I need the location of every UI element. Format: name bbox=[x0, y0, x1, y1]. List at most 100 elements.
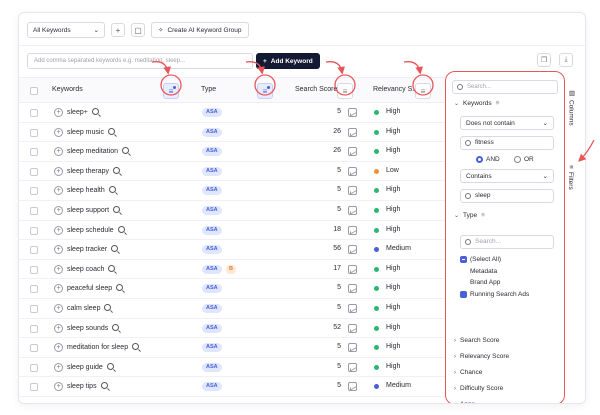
type-option[interactable]: Running Search Ads bbox=[460, 290, 529, 298]
table-row[interactable]: + sleep schedule ASA 18 High bbox=[19, 221, 445, 241]
column-header-relevancy[interactable]: Relevancy S... bbox=[373, 86, 418, 93]
search-icon[interactable] bbox=[107, 127, 115, 135]
add-circle-icon[interactable]: + bbox=[54, 127, 63, 137]
search-icon[interactable] bbox=[121, 147, 129, 155]
add-circle-icon[interactable]: + bbox=[54, 166, 63, 176]
search-icon[interactable] bbox=[117, 225, 125, 233]
collapsed-filter-section[interactable]: › Search Score bbox=[454, 337, 499, 344]
chart-icon[interactable] bbox=[348, 382, 357, 392]
chart-icon[interactable] bbox=[348, 362, 357, 372]
chart-icon[interactable] bbox=[348, 127, 357, 137]
collapsed-filter-section[interactable]: › Difficulty Score bbox=[454, 385, 503, 392]
search-icon[interactable] bbox=[108, 264, 116, 272]
chart-icon[interactable] bbox=[348, 303, 357, 313]
condition1-select[interactable]: Does not contain ⌄ bbox=[460, 116, 554, 130]
search-icon[interactable] bbox=[106, 362, 114, 370]
row-checkbox[interactable] bbox=[30, 363, 38, 372]
add-circle-icon[interactable]: + bbox=[54, 382, 63, 392]
table-row[interactable]: + sleep music ASA 26 High bbox=[19, 123, 445, 143]
chart-icon[interactable] bbox=[348, 343, 357, 353]
search-icon[interactable] bbox=[104, 303, 112, 311]
add-circle-icon[interactable]: + bbox=[54, 343, 63, 353]
edit-group-button[interactable]: ▢ bbox=[131, 23, 145, 37]
row-checkbox[interactable] bbox=[30, 246, 38, 255]
search-icon[interactable] bbox=[113, 205, 121, 213]
chart-icon[interactable] bbox=[348, 108, 357, 117]
row-checkbox[interactable] bbox=[30, 206, 38, 215]
select-all-checkbox[interactable] bbox=[30, 87, 38, 95]
collapsed-filter-section[interactable]: › Relevancy Score bbox=[454, 353, 509, 360]
search-icon[interactable] bbox=[100, 382, 108, 390]
column-header-type[interactable]: Type bbox=[201, 86, 216, 93]
keywords-filter-icon[interactable]: ≡ bbox=[163, 83, 179, 99]
type-option[interactable]: Brand App bbox=[460, 279, 500, 286]
add-circle-icon[interactable]: + bbox=[54, 323, 63, 333]
condition2-select[interactable]: Contains ⌄ bbox=[460, 169, 554, 183]
filters-tab[interactable]: ≡ Filters bbox=[567, 165, 574, 190]
row-checkbox[interactable] bbox=[30, 167, 38, 176]
row-checkbox[interactable] bbox=[30, 148, 38, 157]
copy-icon[interactable]: ❐ bbox=[537, 53, 551, 67]
table-row[interactable]: + sleep+ ASA 5 High bbox=[19, 103, 445, 123]
row-checkbox[interactable] bbox=[30, 285, 38, 294]
relevancy-filter-icon[interactable]: ≡ bbox=[415, 83, 431, 99]
table-row[interactable]: + sleep support ASA 5 High bbox=[19, 201, 445, 221]
row-checkbox[interactable] bbox=[30, 128, 38, 137]
search-score-filter-icon[interactable]: ≡ bbox=[337, 83, 353, 99]
row-checkbox[interactable] bbox=[30, 304, 38, 313]
filter-search-input[interactable]: Search... bbox=[452, 80, 558, 94]
search-icon[interactable] bbox=[111, 245, 119, 253]
type-filter-section[interactable]: ⌄ Type ≡ bbox=[454, 212, 485, 219]
columns-tab[interactable]: ▥ Columns bbox=[567, 89, 576, 126]
chart-icon[interactable] bbox=[348, 166, 357, 176]
type-filter-icon[interactable]: ≡ bbox=[257, 83, 273, 99]
collapsed-filter-section[interactable]: › Chance bbox=[454, 369, 482, 376]
row-checkbox[interactable] bbox=[30, 324, 38, 333]
column-header-keywords[interactable]: Keywords bbox=[52, 86, 83, 93]
chart-icon[interactable] bbox=[348, 205, 357, 215]
row-checkbox[interactable] bbox=[30, 265, 38, 274]
table-row[interactable]: + calm sleep ASA 5 High bbox=[19, 299, 445, 319]
create-ai-group-button[interactable]: ✧ Create AI Keyword Group bbox=[151, 22, 249, 38]
column-header-search-score[interactable]: Search Score bbox=[295, 86, 337, 93]
add-keyword-button[interactable]: + Add Keyword bbox=[256, 53, 320, 69]
table-row[interactable]: + peaceful sleep ASA 5 High bbox=[19, 279, 445, 299]
filter-value1-input[interactable]: fitness bbox=[460, 136, 554, 150]
table-row[interactable]: + meditation for sleep ASA 5 High bbox=[19, 338, 445, 358]
add-circle-icon[interactable]: + bbox=[54, 303, 63, 313]
row-checkbox[interactable] bbox=[30, 344, 38, 353]
search-icon[interactable] bbox=[113, 166, 121, 174]
chart-icon[interactable] bbox=[348, 284, 357, 294]
add-circle-icon[interactable]: + bbox=[54, 186, 63, 196]
row-checkbox[interactable] bbox=[30, 109, 38, 117]
type-option[interactable]: Metadata bbox=[460, 268, 497, 275]
keywords-filter-section[interactable]: ⌄ Keywords ≡ bbox=[454, 100, 499, 107]
filter-value2-input[interactable]: sleep bbox=[460, 189, 554, 203]
table-row[interactable]: + sleep tracker ASA 56 Medium bbox=[19, 240, 445, 260]
chart-icon[interactable] bbox=[348, 225, 357, 235]
keyword-input[interactable]: Add comma separated keywords e.g. medita… bbox=[27, 53, 253, 69]
type-option[interactable]: (Select All) bbox=[460, 256, 501, 263]
search-icon[interactable] bbox=[132, 343, 140, 351]
add-group-button[interactable]: + bbox=[111, 23, 125, 37]
search-icon[interactable] bbox=[112, 323, 120, 331]
add-circle-icon[interactable]: + bbox=[54, 147, 63, 157]
add-circle-icon[interactable]: + bbox=[54, 225, 63, 235]
search-icon[interactable] bbox=[116, 284, 124, 292]
search-icon[interactable] bbox=[108, 186, 116, 194]
chart-icon[interactable] bbox=[348, 323, 357, 333]
chart-icon[interactable] bbox=[348, 186, 357, 196]
add-circle-icon[interactable]: + bbox=[54, 264, 63, 274]
add-circle-icon[interactable]: + bbox=[54, 245, 63, 255]
collapsed-filter-section[interactable]: › Apps bbox=[454, 401, 475, 403]
chart-icon[interactable] bbox=[348, 264, 357, 274]
add-circle-icon[interactable]: + bbox=[54, 205, 63, 215]
row-checkbox[interactable] bbox=[30, 226, 38, 235]
add-circle-icon[interactable]: + bbox=[54, 108, 63, 117]
row-checkbox[interactable] bbox=[30, 187, 38, 196]
table-row[interactable]: + sleep tips ASA 5 Medium bbox=[19, 377, 445, 397]
table-row[interactable]: + sleep coach ASA B 17 High bbox=[19, 260, 445, 280]
type-search-input[interactable]: Search... bbox=[460, 235, 554, 249]
chart-icon[interactable] bbox=[348, 147, 357, 157]
and-radio[interactable]: AND bbox=[476, 156, 500, 163]
